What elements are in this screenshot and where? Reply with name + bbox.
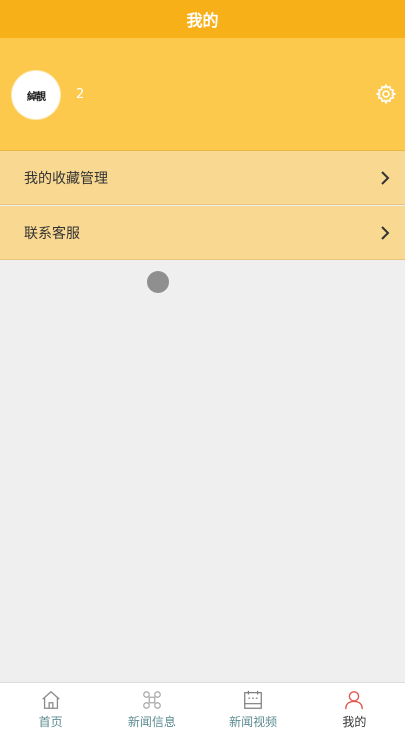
loading-indicator (147, 271, 169, 293)
username: 2 (76, 87, 85, 102)
tab-label: 新闻视频 (229, 715, 278, 729)
tab-news-video[interactable]: 新闻视频 (203, 683, 304, 738)
menu-item-label: 联系客服 (24, 225, 80, 242)
gear-icon[interactable] (375, 83, 397, 105)
tab-label: 首页 (38, 715, 63, 729)
chevron-right-icon (381, 226, 390, 240)
tab-home[interactable]: 首页 (0, 683, 101, 738)
avatar[interactable]: 綽靚 (12, 71, 60, 119)
tab-news-info[interactable]: 新闻信息 (101, 683, 202, 738)
tab-label: 新闻信息 (127, 715, 176, 729)
profile-header: 綽靚 2 (0, 38, 405, 151)
menu-item-favorites[interactable]: 我的收藏管理 (0, 151, 405, 205)
home-icon (41, 690, 60, 709)
page-title: 我的 (186, 11, 219, 30)
tab-bar: 首页 新闻信息 新闻视频 我的 (0, 682, 405, 738)
menu-item-label: 我的收藏管理 (24, 170, 108, 187)
avatar-logo: 綽靚 (27, 91, 46, 103)
calendar-icon (244, 690, 262, 709)
tab-label: 我的 (342, 715, 367, 729)
tab-mine[interactable]: 我的 (304, 683, 405, 738)
menu-item-customer-service[interactable]: 联系客服 (0, 206, 405, 260)
chevron-right-icon (381, 171, 390, 185)
title-bar: 我的 (0, 0, 405, 38)
command-icon (143, 691, 161, 709)
person-icon (345, 691, 364, 710)
